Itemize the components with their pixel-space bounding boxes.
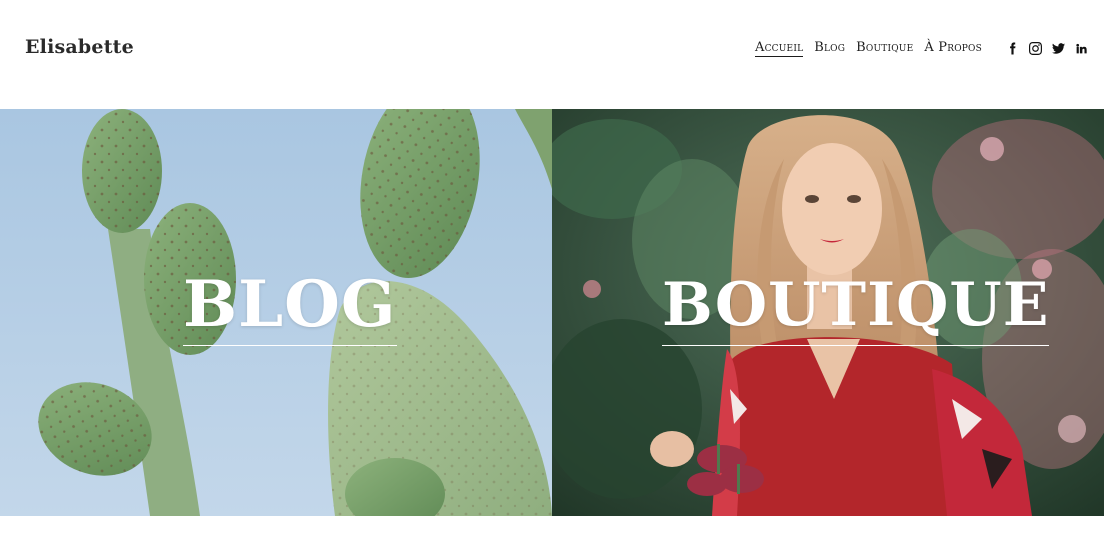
site-title[interactable]: Elisabette <box>25 36 134 58</box>
nav-item-a-propos[interactable]: À Propos <box>924 40 982 57</box>
blog-panel[interactable]: BLOG <box>0 109 552 516</box>
facebook-icon[interactable] <box>1006 40 1019 56</box>
boutique-panel-title[interactable]: BOUTIQUE <box>662 269 1050 346</box>
page-bottom-whitespace <box>0 516 1104 538</box>
nav-item-accueil[interactable]: Accueil <box>755 40 804 57</box>
twitter-icon[interactable] <box>1052 40 1065 56</box>
site-header: Elisabette Accueil Blog Boutique À Propo… <box>0 0 1104 109</box>
blog-panel-title[interactable]: BLOG <box>183 269 397 346</box>
linkedin-icon[interactable] <box>1075 40 1088 56</box>
social-links <box>1006 40 1088 56</box>
nav-item-blog[interactable]: Blog <box>814 40 845 57</box>
nav-item-boutique[interactable]: Boutique <box>856 40 913 57</box>
main-nav: Accueil Blog Boutique À Propos <box>755 40 982 57</box>
hero-panels: BLOG BOUTIQUE <box>0 109 1104 516</box>
boutique-panel[interactable]: BOUTIQUE <box>552 109 1104 516</box>
instagram-icon[interactable] <box>1029 40 1042 56</box>
